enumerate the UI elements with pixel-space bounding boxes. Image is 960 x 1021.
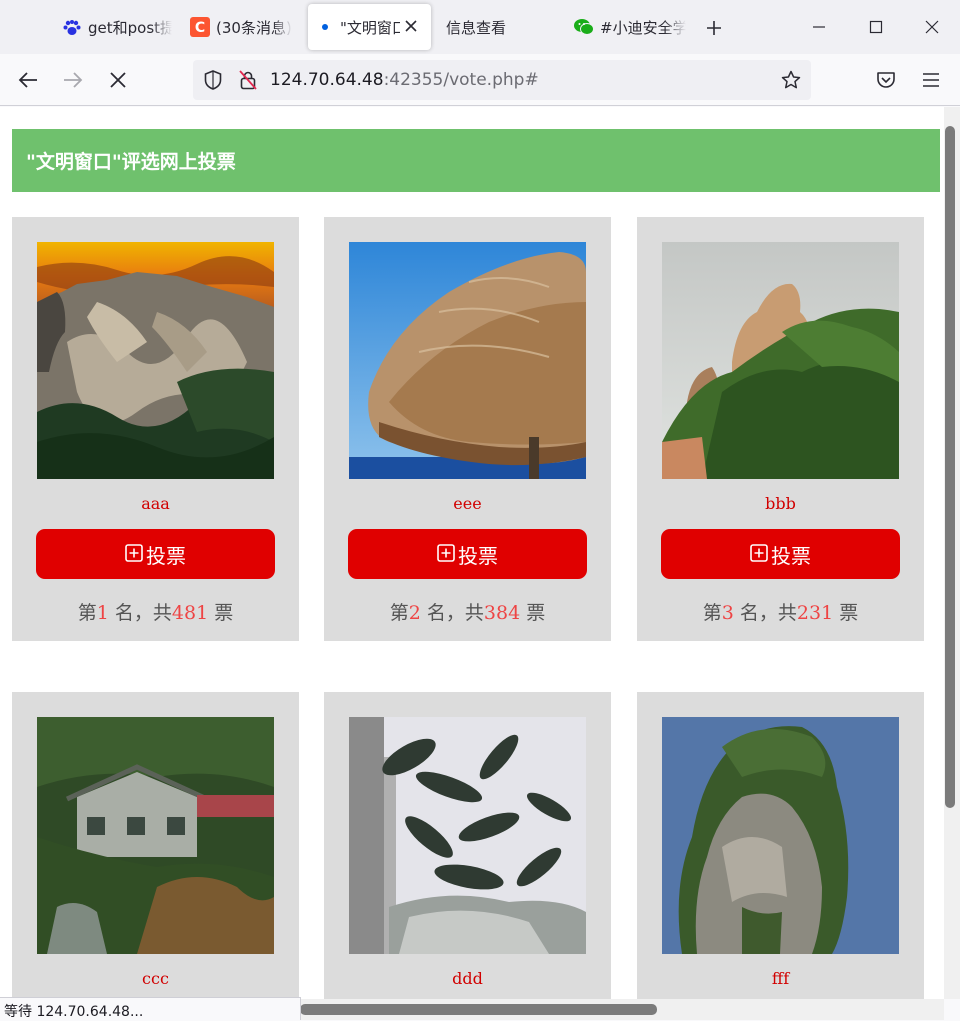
candidate-card: ddd [324,692,611,999]
url-text[interactable]: 124.70.64.48:42355/vote.php# [270,70,539,90]
close-icon [925,20,939,34]
tab-label: "文明窗口" [340,18,400,37]
rank-prefix: 第 [389,602,409,624]
candidate-photo [662,717,899,954]
stop-x-icon [110,72,126,88]
tab-label: (30条消息) [216,18,292,37]
tab-wechat[interactable]: #小迪安全学 [574,4,686,50]
candidate-name: ccc [142,969,169,988]
forward-button[interactable] [57,64,89,96]
url-host: 124.70.64.48 [270,70,384,90]
menu-button[interactable] [915,64,947,96]
tab-label: get和post提 [88,18,172,37]
shield-icon[interactable] [203,70,223,90]
rank-summary: 第3 名，共231 票 [637,598,924,625]
rank-prefix: 第 [702,602,722,624]
wechat-icon [574,17,594,37]
candidate-name: aaa [141,494,170,513]
tab-csdn[interactable]: C (30条消息) [190,4,300,50]
candidate-card: aaa 投票 第1 名，共481 票 [12,217,299,641]
candidate-photo [662,242,899,479]
vote-button[interactable]: 投票 [661,529,900,579]
rank-prefix: 第 [77,602,97,624]
tab-info[interactable]: 信息查看 [446,4,546,50]
candidate-card: eee 投票 第2 名，共384 票 [324,217,611,641]
rank-number: 2 [408,602,421,624]
hamburger-menu-icon [923,73,939,87]
tab-strip: get和post提 C (30条消息) "文明窗口" 信息查看 #小迪安全学 [0,0,960,54]
vote-count: 481 [171,602,209,624]
minimize-button[interactable] [804,12,834,42]
pocket-button[interactable] [870,64,902,96]
stop-loading-button[interactable] [102,64,134,96]
vote-count: 384 [483,602,521,624]
vote-count: 231 [796,602,834,624]
rank-summary: 第1 名，共481 票 [12,598,299,625]
rank-mid: 名，共 [420,602,484,624]
tab-vote-active[interactable]: "文明窗口" [308,4,431,50]
back-button[interactable] [12,64,44,96]
candidate-name: eee [453,494,482,513]
vote-button-label: 投票 [146,543,186,568]
minimize-icon [813,26,825,28]
vote-button[interactable]: 投票 [348,529,587,579]
page-title: "文明窗口"评选网上投票 [12,129,940,192]
csdn-icon: C [190,17,210,37]
candidate-photo [349,717,586,954]
status-bar: 等待 124.70.64.48... [0,997,301,1020]
candidate-photo [37,717,274,954]
candidate-name: bbb [765,494,796,513]
plus-square-icon [750,544,768,562]
rank-suffix: 票 [833,602,859,624]
url-path: :42355/vote.php# [383,70,539,90]
vertical-scrollbar-thumb[interactable] [945,126,955,808]
candidate-photo [349,242,586,479]
rank-suffix: 票 [208,602,234,624]
navigation-toolbar: 124.70.64.48:42355/vote.php# [0,54,960,106]
insecure-lock-icon[interactable] [238,70,258,90]
plus-icon [707,21,721,35]
rank-mid: 名，共 [733,602,797,624]
svg-text:C: C [195,20,205,36]
plus-square-icon [437,544,455,562]
address-bar[interactable]: 124.70.64.48:42355/vote.php# [193,60,811,100]
rank-summary: 第2 名，共384 票 [324,598,611,625]
tab-get-post[interactable]: get和post提 [62,4,172,50]
close-window-button[interactable] [917,12,947,42]
maximize-icon [869,20,883,34]
candidate-name: fff [771,969,790,988]
candidate-card: bbb 投票 第3 名，共231 票 [637,217,924,641]
candidate-photo [37,242,274,479]
maximize-button[interactable] [861,12,891,42]
candidate-card: fff [637,692,924,999]
close-tab-icon[interactable] [401,16,421,36]
web-page: "文明窗口"评选网上投票 aaa 投票 第1 名，共481 票 eee 投票 第… [0,107,944,999]
horizontal-scrollbar-thumb[interactable] [300,1004,657,1015]
rank-mid: 名，共 [108,602,172,624]
rank-suffix: 票 [520,602,546,624]
tab-label: 信息查看 [446,18,507,37]
baidu-paw-icon [62,17,82,37]
candidate-name: ddd [452,969,483,988]
vote-button-label: 投票 [458,543,498,568]
plus-square-icon [125,544,143,562]
arrow-left-icon [18,72,37,88]
bookmark-star-icon[interactable] [781,70,801,90]
rank-number: 3 [721,602,734,624]
rank-number: 1 [96,602,109,624]
candidate-card: ccc [12,692,299,999]
pocket-icon [877,72,895,88]
vote-button-label: 投票 [771,543,811,568]
tab-label: #小迪安全学 [600,18,686,37]
loading-dot-icon [318,17,332,37]
arrow-right-icon [64,72,83,88]
vote-button[interactable]: 投票 [36,529,275,579]
new-tab-button[interactable] [700,14,728,42]
